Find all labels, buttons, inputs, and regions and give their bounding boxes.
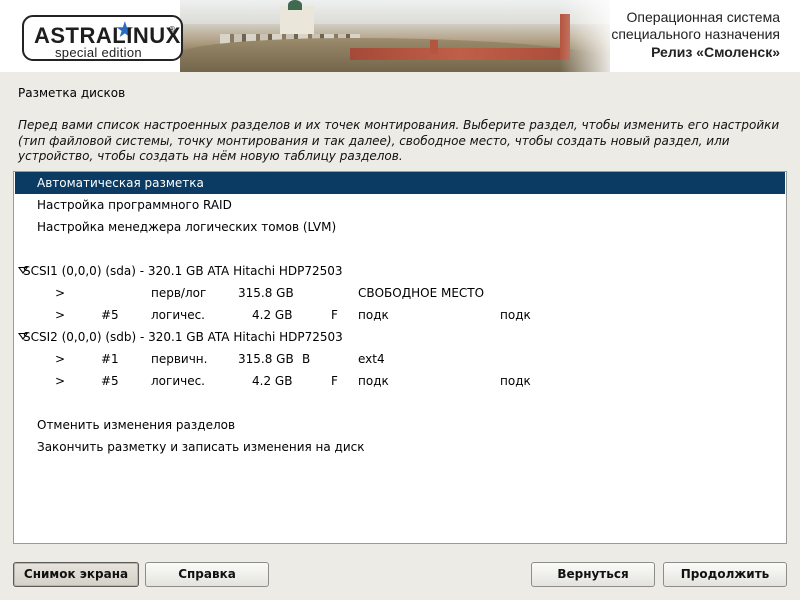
disk-sdb-row[interactable]: SCSI2 (0,0,0) (sdb) - 320.1 GB ATA Hitac… <box>15 326 785 348</box>
partition-row[interactable]: > #5 логичес. 4.2 GB F подк подк <box>15 304 785 326</box>
partition-filesystem: подк <box>358 308 389 322</box>
smolensk-panorama-image <box>180 0 610 72</box>
option-label: Автоматическая разметка <box>37 176 204 190</box>
partition-number: #5 <box>101 374 119 388</box>
partition-marker: > <box>55 286 66 300</box>
partition-row[interactable]: > перв/лог 315.8 GB СВОБОДНОЕ МЕСТО <box>15 282 785 304</box>
option-lvm[interactable]: Настройка менеджера логических томов (LV… <box>15 216 785 238</box>
option-label: Настройка менеджера логических томов (LV… <box>37 220 337 234</box>
partition-type: логичес. <box>151 374 205 388</box>
option-label: Закончить разметку и записать изменения … <box>37 440 365 454</box>
option-label: Отменить изменения разделов <box>37 418 236 432</box>
partition-flag: B <box>302 352 311 366</box>
option-label: Настройка программного RAID <box>37 198 232 212</box>
option-undo-changes[interactable]: Отменить изменения разделов <box>15 414 785 436</box>
os-title-line1: Операционная система <box>626 9 780 25</box>
partition-size: 315.8 GB <box>238 352 294 366</box>
disk-name: SCSI2 (0,0,0) (sdb) - 320.1 GB ATA Hitac… <box>23 330 343 344</box>
partition-number: #1 <box>101 352 119 366</box>
continue-button[interactable]: Продолжить <box>663 562 787 587</box>
back-button[interactable]: Вернуться <box>531 562 655 587</box>
partition-size: 4.2 GB <box>252 374 293 388</box>
page-title: Разметка дисков <box>18 86 126 100</box>
partition-number: #5 <box>101 308 119 322</box>
registered-mark: ® <box>168 25 176 34</box>
option-software-raid[interactable]: Настройка программного RAID <box>15 194 785 216</box>
partition-type: логичес. <box>151 308 205 322</box>
disk-name: SCSI1 (0,0,0) (sda) - 320.1 GB ATA Hitac… <box>23 264 343 278</box>
screenshot-button[interactable]: Снимок экрана <box>13 562 139 587</box>
partition-type: первичн. <box>151 352 208 366</box>
page-description: Перед вами список настроенных разделов и… <box>18 118 780 163</box>
os-release-name: Релиз «Смоленск» <box>651 44 780 60</box>
partition-row[interactable]: > #5 логичес. 4.2 GB F подк подк <box>15 370 785 392</box>
partition-size: 4.2 GB <box>252 308 293 322</box>
option-finish-partitioning[interactable]: Закончить разметку и записать изменения … <box>15 436 785 458</box>
header-banner: ★ ASTRALINUX ® special edition Операцион… <box>0 0 800 72</box>
partition-filesystem: ext4 <box>358 352 385 366</box>
partition-marker: > <box>55 308 66 322</box>
option-auto-partition[interactable]: Автоматическая разметка <box>15 172 785 194</box>
os-title: Операционная система специального назнач… <box>611 9 780 62</box>
partition-mountpoint: подк <box>500 374 531 388</box>
partition-flag: F <box>331 374 338 388</box>
partition-list[interactable]: Автоматическая разметка Настройка програ… <box>13 171 787 544</box>
os-title-line2: специального назначения <box>611 26 780 42</box>
partition-marker: > <box>55 352 66 366</box>
partition-filesystem: подк <box>358 374 389 388</box>
partition-row[interactable]: > #1 первичн. 315.8 GB B ext4 <box>15 348 785 370</box>
help-button[interactable]: Справка <box>145 562 269 587</box>
disk-sda-row[interactable]: SCSI1 (0,0,0) (sda) - 320.1 GB ATA Hitac… <box>15 260 785 282</box>
partition-flag: F <box>331 308 338 322</box>
logo-edition-text: special edition <box>55 45 142 60</box>
partition-marker: > <box>55 374 66 388</box>
partition-filesystem: СВОБОДНОЕ МЕСТО <box>358 286 485 300</box>
partition-mountpoint: подк <box>500 308 531 322</box>
partition-type: перв/лог <box>151 286 207 300</box>
partition-size: 315.8 GB <box>238 286 294 300</box>
